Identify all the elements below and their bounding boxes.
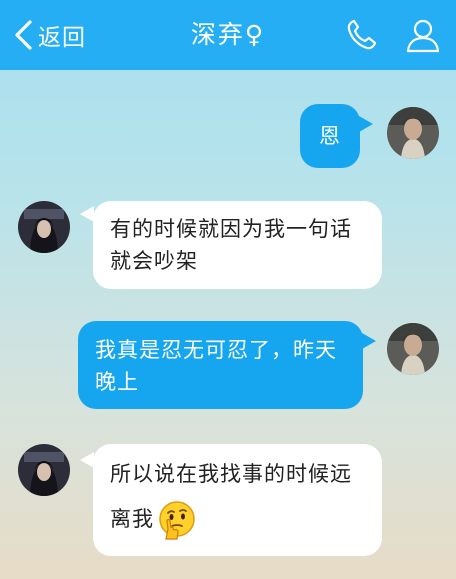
thinking-face-emoji-icon (159, 501, 195, 540)
bubble-tail (362, 333, 376, 349)
message-line: 就会吵架 (110, 249, 198, 273)
message-line: 离我 (110, 507, 154, 531)
message-line: 我真是忍无可忍了，昨天 (95, 338, 337, 362)
bubble-tail (80, 452, 94, 468)
bubble-tail (359, 116, 373, 132)
message-bubble-sent[interactable]: 恩 (300, 104, 360, 168)
contact-avatar[interactable] (18, 201, 70, 253)
chat-header: 返回 深弃♀ (0, 0, 456, 70)
my-avatar[interactable] (387, 323, 439, 375)
bubble-tail (80, 206, 94, 222)
chat-title[interactable]: 深弃♀ (191, 20, 265, 49)
message-bubble-received[interactable]: 有的时候就因为我一句话 就会吵架 (93, 201, 382, 289)
message-bubble-sent[interactable]: 我真是忍无可忍了，昨天 晚上 (78, 321, 363, 409)
message-line: 有的时候就因为我一句话 (110, 217, 352, 241)
message-bubble-received[interactable]: 所以说在我找事的时候远 离我 (93, 444, 382, 556)
message-line-with-emoji: 离我 (110, 498, 368, 541)
chevron-left-icon (15, 20, 32, 50)
contact-avatar[interactable] (18, 444, 70, 496)
person-icon[interactable] (405, 17, 441, 53)
message-line: 晚上 (95, 370, 139, 394)
phone-icon[interactable] (345, 18, 379, 52)
my-avatar[interactable] (387, 107, 439, 159)
back-label: 返回 (38, 25, 86, 51)
message-text: 恩 (319, 124, 341, 148)
back-button[interactable]: 返回 (12, 18, 86, 52)
message-line: 所以说在我找事的时候远 (110, 462, 352, 486)
